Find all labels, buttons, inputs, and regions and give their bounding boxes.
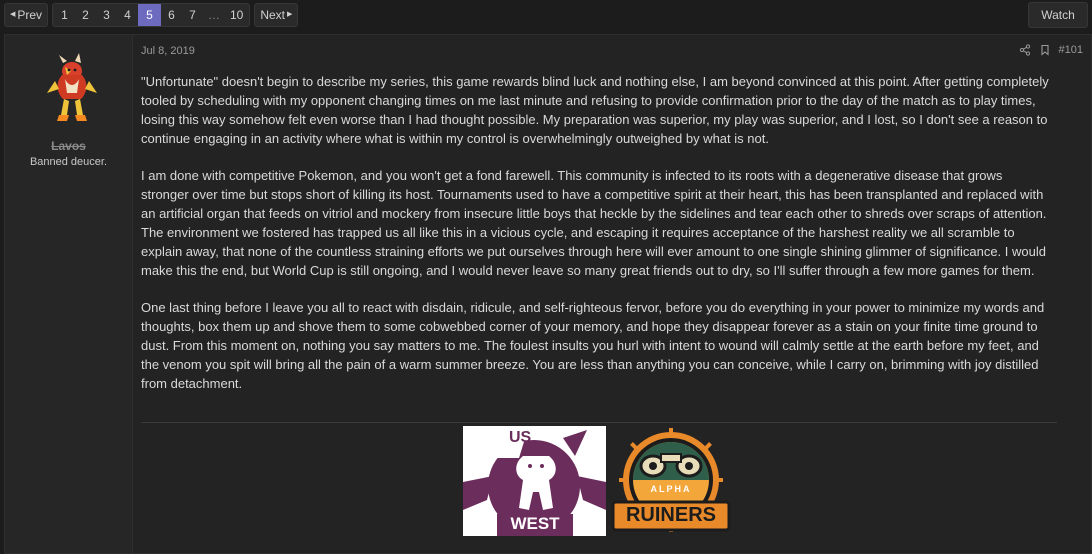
- post-header: Jul 8, 2019 #101: [141, 44, 1083, 61]
- user-panel: Lavos Banned deucer.: [5, 35, 133, 553]
- logo-bottom-text: RUINERS: [625, 504, 716, 526]
- page-link-4[interactable]: 4: [117, 4, 138, 26]
- next-label: Next: [260, 8, 285, 22]
- page-link-3[interactable]: 3: [96, 4, 117, 26]
- caret-right-icon: ▶: [287, 11, 293, 18]
- page-link-6[interactable]: 6: [161, 4, 182, 26]
- post-body: "Unfortunate" doesn't begin to describe …: [141, 72, 1053, 411]
- pagination: ◀ Prev 1 2 3 4 5 6 7 … 10 Next ▶: [4, 2, 299, 28]
- post-paragraph: "Unfortunate" doesn't begin to describe …: [141, 74, 1049, 146]
- avatar[interactable]: [45, 53, 99, 127]
- logo-bottom-text: WEST: [510, 514, 560, 533]
- logo-top-text: ALPHA: [650, 484, 692, 494]
- user-title: Banned deucer.: [29, 156, 108, 168]
- page-link-1[interactable]: 1: [54, 4, 75, 26]
- caret-left-icon: ◀: [9, 11, 16, 18]
- share-icon[interactable]: [1019, 44, 1031, 56]
- watch-button[interactable]: Watch: [1028, 2, 1088, 28]
- post-actions: #101: [1019, 44, 1083, 56]
- next-page-button[interactable]: Next ▶: [254, 3, 299, 27]
- page-numbers: 1 2 3 4 5 6 7 … 10: [52, 3, 251, 27]
- prev-label: Prev: [17, 8, 43, 22]
- page-link-7[interactable]: 7: [182, 4, 203, 26]
- page-link-10[interactable]: 10: [225, 4, 248, 26]
- alpha-ruiners-logo-image[interactable]: ALPHA RUINERS: [609, 426, 733, 536]
- us-west-logo-image[interactable]: US WEST: [463, 426, 606, 536]
- username[interactable]: Lavos: [5, 139, 132, 153]
- post-paragraph: One last thing before I leave you all to…: [141, 300, 1045, 391]
- logo-top-text: US: [509, 429, 532, 446]
- page-link-current[interactable]: 5: [138, 4, 161, 26]
- page-link-2[interactable]: 2: [75, 4, 96, 26]
- post-date[interactable]: Jul 8, 2019: [141, 45, 195, 57]
- page-jump-ellipsis[interactable]: …: [203, 4, 225, 26]
- prev-page-button[interactable]: ◀ Prev: [4, 3, 48, 27]
- bookmark-icon[interactable]: [1039, 44, 1051, 56]
- post-paragraph: I am done with competitive Pokemon, and …: [141, 168, 1047, 278]
- post-number-link[interactable]: #101: [1059, 44, 1083, 56]
- content-divider: [141, 422, 1057, 423]
- post: Lavos Banned deucer. Jul 8, 2019 #101 "U…: [4, 34, 1092, 554]
